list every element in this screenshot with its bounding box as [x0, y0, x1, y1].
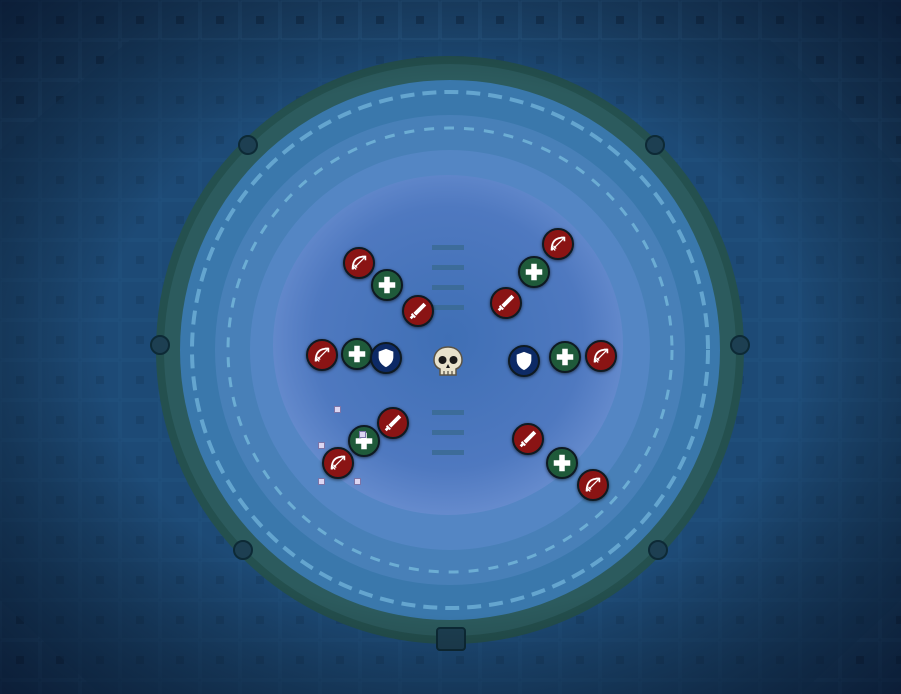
- dps-marker[interactable]: [322, 447, 354, 479]
- skull-icon: [433, 346, 463, 376]
- shield-icon: [513, 350, 535, 372]
- shield-icon: [375, 347, 397, 369]
- bow-icon: [547, 233, 569, 255]
- selection-handle[interactable]: [334, 406, 341, 413]
- dps-marker[interactable]: [402, 295, 434, 327]
- healer-marker[interactable]: [549, 341, 581, 373]
- tank-marker[interactable]: [508, 345, 540, 377]
- healer-marker[interactable]: [348, 425, 380, 457]
- bow-icon: [582, 474, 604, 496]
- raid-map: [0, 0, 901, 694]
- plus-icon: [554, 346, 576, 368]
- bow-icon: [327, 452, 349, 474]
- bow-icon: [590, 345, 612, 367]
- dps-marker[interactable]: [306, 339, 338, 371]
- tank-marker[interactable]: [370, 342, 402, 374]
- plus-icon: [346, 343, 368, 365]
- dps-marker[interactable]: [490, 287, 522, 319]
- sword-icon: [517, 428, 539, 450]
- plus-icon: [551, 452, 573, 474]
- healer-marker[interactable]: [518, 256, 550, 288]
- sword-icon: [382, 412, 404, 434]
- bow-icon: [348, 252, 370, 274]
- dps-marker[interactable]: [377, 407, 409, 439]
- plus-icon: [376, 274, 398, 296]
- dps-marker[interactable]: [512, 423, 544, 455]
- selection-handle[interactable]: [318, 442, 325, 449]
- healer-marker[interactable]: [546, 447, 578, 479]
- sword-icon: [495, 292, 517, 314]
- dps-marker[interactable]: [585, 340, 617, 372]
- healer-marker[interactable]: [371, 269, 403, 301]
- bow-icon: [311, 344, 333, 366]
- dps-marker[interactable]: [577, 469, 609, 501]
- healer-marker[interactable]: [341, 338, 373, 370]
- dps-marker[interactable]: [343, 247, 375, 279]
- sword-icon: [407, 300, 429, 322]
- dps-marker[interactable]: [542, 228, 574, 260]
- selection-handle[interactable]: [318, 478, 325, 485]
- selection-handle[interactable]: [359, 431, 366, 438]
- plus-icon: [523, 261, 545, 283]
- selection-handle[interactable]: [354, 478, 361, 485]
